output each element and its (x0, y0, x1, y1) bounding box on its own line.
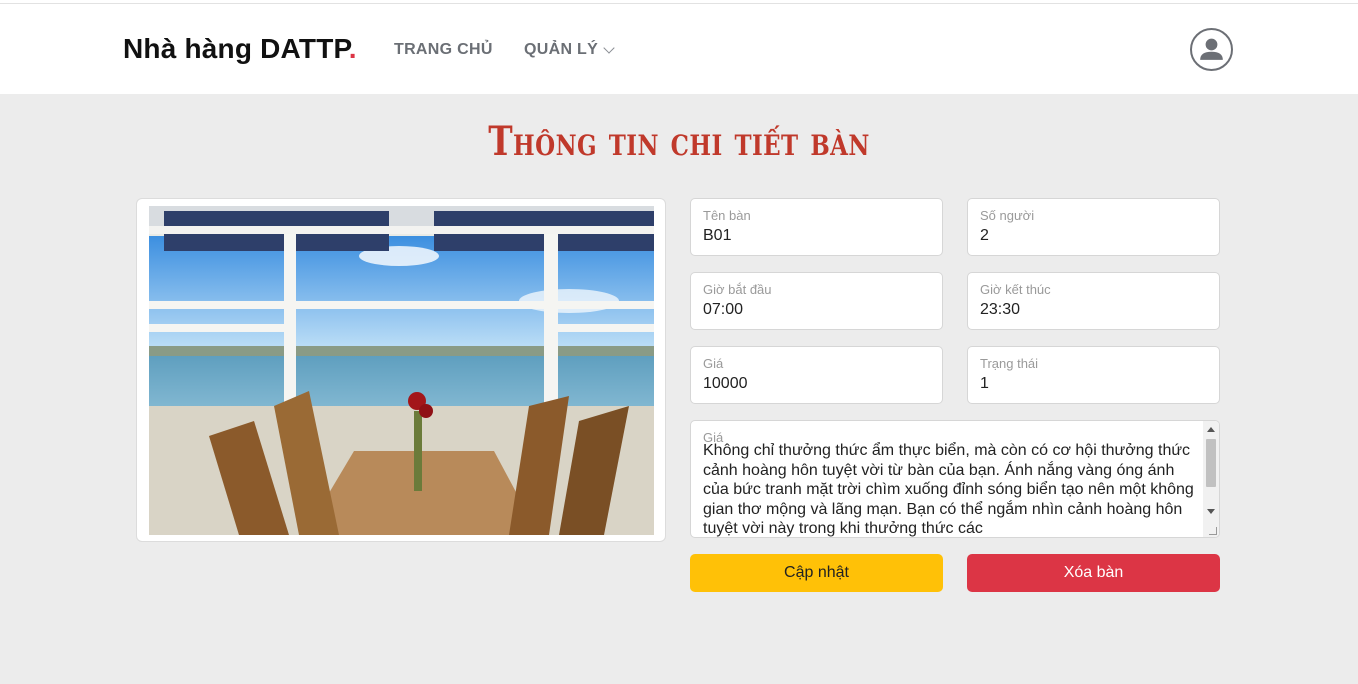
scroll-thumb[interactable] (1206, 439, 1216, 487)
description-text[interactable]: Không chỉ thưởng thức ẩm thực biển, mà c… (703, 441, 1199, 537)
brand-logo[interactable]: Nhà hàng DATTP. (123, 33, 357, 65)
navbar: Nhà hàng DATTP. TRANG CHỦ QUẢN LÝ (0, 4, 1358, 94)
chevron-down-icon (603, 42, 615, 54)
start-time-label: Giờ bắt đầu (703, 282, 772, 297)
table-photo (149, 206, 654, 535)
price-value[interactable]: 10000 (703, 375, 748, 393)
table-name-value[interactable]: B01 (703, 227, 731, 245)
table-name-label: Tên bàn (703, 208, 751, 223)
end-time-field[interactable]: Giờ kết thúc 23:30 (967, 272, 1220, 330)
page-title: Thông tin chi tiết bàn (488, 118, 870, 165)
price-field[interactable]: Giá 10000 (690, 346, 943, 404)
people-label: Số người (980, 208, 1035, 223)
nav-manage-dropdown[interactable]: QUẢN LÝ (524, 41, 615, 59)
table-image-card (136, 198, 666, 542)
delete-table-button[interactable]: Xóa bàn (967, 554, 1220, 592)
scroll-up-icon[interactable] (1207, 427, 1215, 432)
people-value[interactable]: 2 (980, 227, 989, 245)
brand-dot: . (348, 33, 357, 64)
user-avatar-icon[interactable] (1190, 28, 1233, 71)
status-label: Trạng thái (980, 356, 1039, 371)
status-field[interactable]: Trạng thái 1 (967, 346, 1220, 404)
end-time-label: Giờ kết thúc (980, 282, 1051, 297)
table-name-field[interactable]: Tên bàn B01 (690, 198, 943, 256)
nav-home-link[interactable]: TRANG CHỦ (394, 41, 493, 59)
people-field[interactable]: Số người 2 (967, 198, 1220, 256)
resize-grip-icon[interactable] (1209, 527, 1217, 535)
update-button[interactable]: Cập nhật (690, 554, 943, 592)
nav-manage-label: QUẢN LÝ (524, 41, 599, 58)
end-time-value[interactable]: 23:30 (980, 301, 1020, 319)
price-label: Giá (703, 356, 724, 371)
scroll-down-icon[interactable] (1207, 509, 1215, 514)
description-scrollbar[interactable] (1203, 421, 1219, 537)
description-textarea[interactable]: Giá Không chỉ thưởng thức ẩm thực biển, … (690, 420, 1220, 538)
brand-name: Nhà hàng DATTP (123, 33, 349, 64)
status-value[interactable]: 1 (980, 375, 989, 393)
start-time-field[interactable]: Giờ bắt đầu 07:00 (690, 272, 943, 330)
start-time-value[interactable]: 07:00 (703, 301, 743, 319)
